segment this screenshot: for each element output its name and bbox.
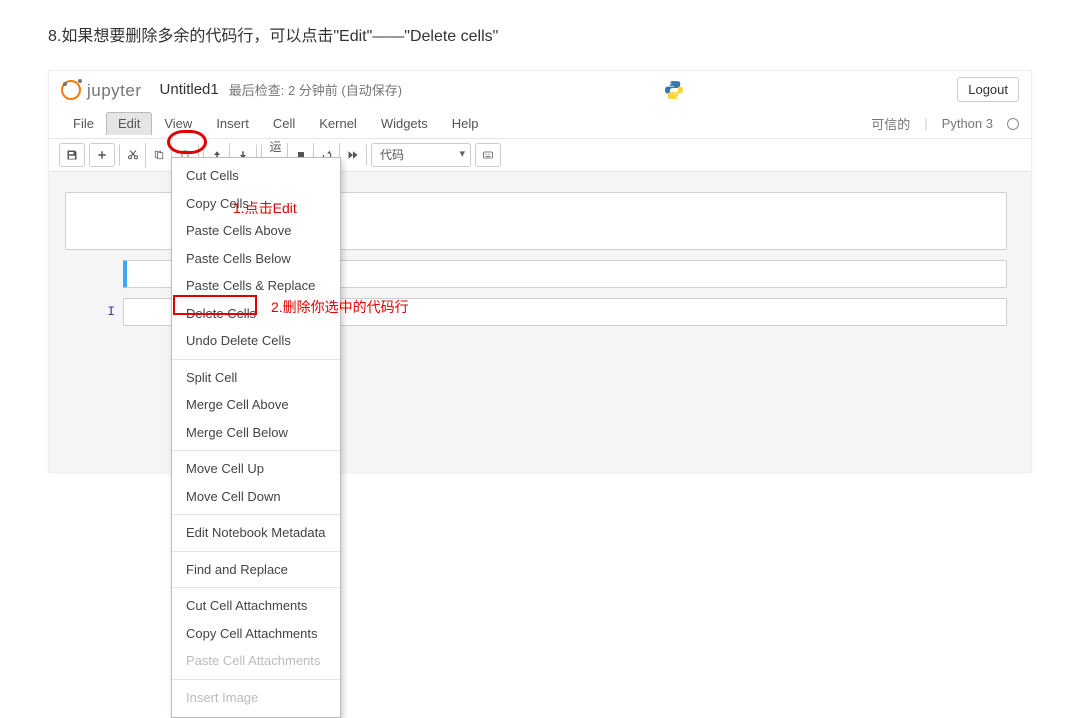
menu-kernel[interactable]: Kernel xyxy=(307,112,369,135)
edit-menu-item[interactable]: Undo Delete Cells xyxy=(172,327,340,355)
kernel-status-icon xyxy=(1007,118,1019,130)
cell-prompt-1 xyxy=(63,260,123,288)
copy-icon xyxy=(153,149,165,161)
edit-menu-item[interactable]: Edit Notebook Metadata xyxy=(172,519,340,547)
instruction-text: 8.如果想要删除多余的代码行，可以点击"Edit"——"Delete cells… xyxy=(48,22,1032,46)
menu-separator xyxy=(172,514,340,515)
cell-prompt-2: I xyxy=(63,298,123,326)
edit-menu-item[interactable]: Cut Cells xyxy=(172,162,340,190)
plus-icon xyxy=(96,149,108,161)
edit-menu-item: Insert Image xyxy=(172,684,340,712)
edit-menu-item[interactable]: Paste Cells & Replace xyxy=(172,272,340,300)
vertical-divider: | xyxy=(924,116,927,131)
edit-menu-item[interactable]: Copy Cells xyxy=(172,190,340,218)
edit-menu-item[interactable]: Split Cell xyxy=(172,364,340,392)
jupyter-logo-text: jupyter xyxy=(87,78,142,101)
cut-button[interactable] xyxy=(120,143,146,167)
menu-widgets[interactable]: Widgets xyxy=(369,112,440,135)
add-cell-button[interactable] xyxy=(89,143,115,167)
edit-menu-item[interactable]: Find and Replace xyxy=(172,556,340,584)
copy-button[interactable] xyxy=(146,143,172,167)
menu-help[interactable]: Help xyxy=(440,112,491,135)
menu-edit[interactable]: Edit xyxy=(106,112,152,135)
menu-view[interactable]: View xyxy=(152,112,204,135)
edit-dropdown-menu: Cut CellsCopy CellsPaste Cells AbovePast… xyxy=(171,157,341,718)
edit-menu-item[interactable]: Merge Cell Below xyxy=(172,419,340,447)
menu-separator xyxy=(172,587,340,588)
menu-file[interactable]: File xyxy=(61,112,106,135)
jupyter-logo-icon xyxy=(61,80,81,100)
save-button[interactable] xyxy=(59,143,85,167)
keyboard-icon xyxy=(482,149,494,161)
menu-separator xyxy=(172,551,340,552)
menu-bar: File Edit View Insert Cell Kernel Widget… xyxy=(49,108,1031,139)
edit-menu-item[interactable]: Merge Cell Above xyxy=(172,391,340,419)
jupyter-logo: jupyter xyxy=(61,78,142,101)
edit-menu-item[interactable]: Delete Cells xyxy=(172,300,340,328)
logout-button[interactable]: Logout xyxy=(957,77,1019,102)
python-logo-icon xyxy=(663,79,685,101)
save-icon xyxy=(66,149,78,161)
checkpoint-status: 最后检查: 2 分钟前 (自动保存) xyxy=(229,80,402,99)
notebook-title[interactable]: Untitled1 xyxy=(160,81,219,98)
edit-menu-item[interactable]: Cut Cell Attachments xyxy=(172,592,340,620)
command-palette-button[interactable] xyxy=(475,143,501,167)
menu-cell[interactable]: Cell xyxy=(261,112,307,135)
edit-menu-item[interactable]: Copy Cell Attachments xyxy=(172,620,340,648)
menu-separator xyxy=(172,359,340,360)
menu-separator xyxy=(172,679,340,680)
edit-menu-item[interactable]: Paste Cells Above xyxy=(172,217,340,245)
celltype-select[interactable]: 代码 xyxy=(371,143,471,167)
menu-separator xyxy=(172,450,340,451)
trusted-indicator[interactable]: 可信的 xyxy=(871,114,910,133)
edit-menu-item[interactable]: Move Cell Up xyxy=(172,455,340,483)
restart-run-all-button[interactable] xyxy=(340,143,366,167)
edit-menu-item[interactable]: Move Cell Down xyxy=(172,483,340,511)
jupyter-screenshot: jupyter Untitled1 最后检查: 2 分钟前 (自动保存) Log… xyxy=(48,70,1032,473)
fast-forward-icon xyxy=(347,149,359,161)
kernel-name[interactable]: Python 3 xyxy=(942,116,993,131)
scissors-icon xyxy=(127,149,139,161)
edit-menu-item: Paste Cell Attachments xyxy=(172,647,340,675)
edit-menu-item[interactable]: Paste Cells Below xyxy=(172,245,340,273)
menu-insert[interactable]: Insert xyxy=(204,112,261,135)
